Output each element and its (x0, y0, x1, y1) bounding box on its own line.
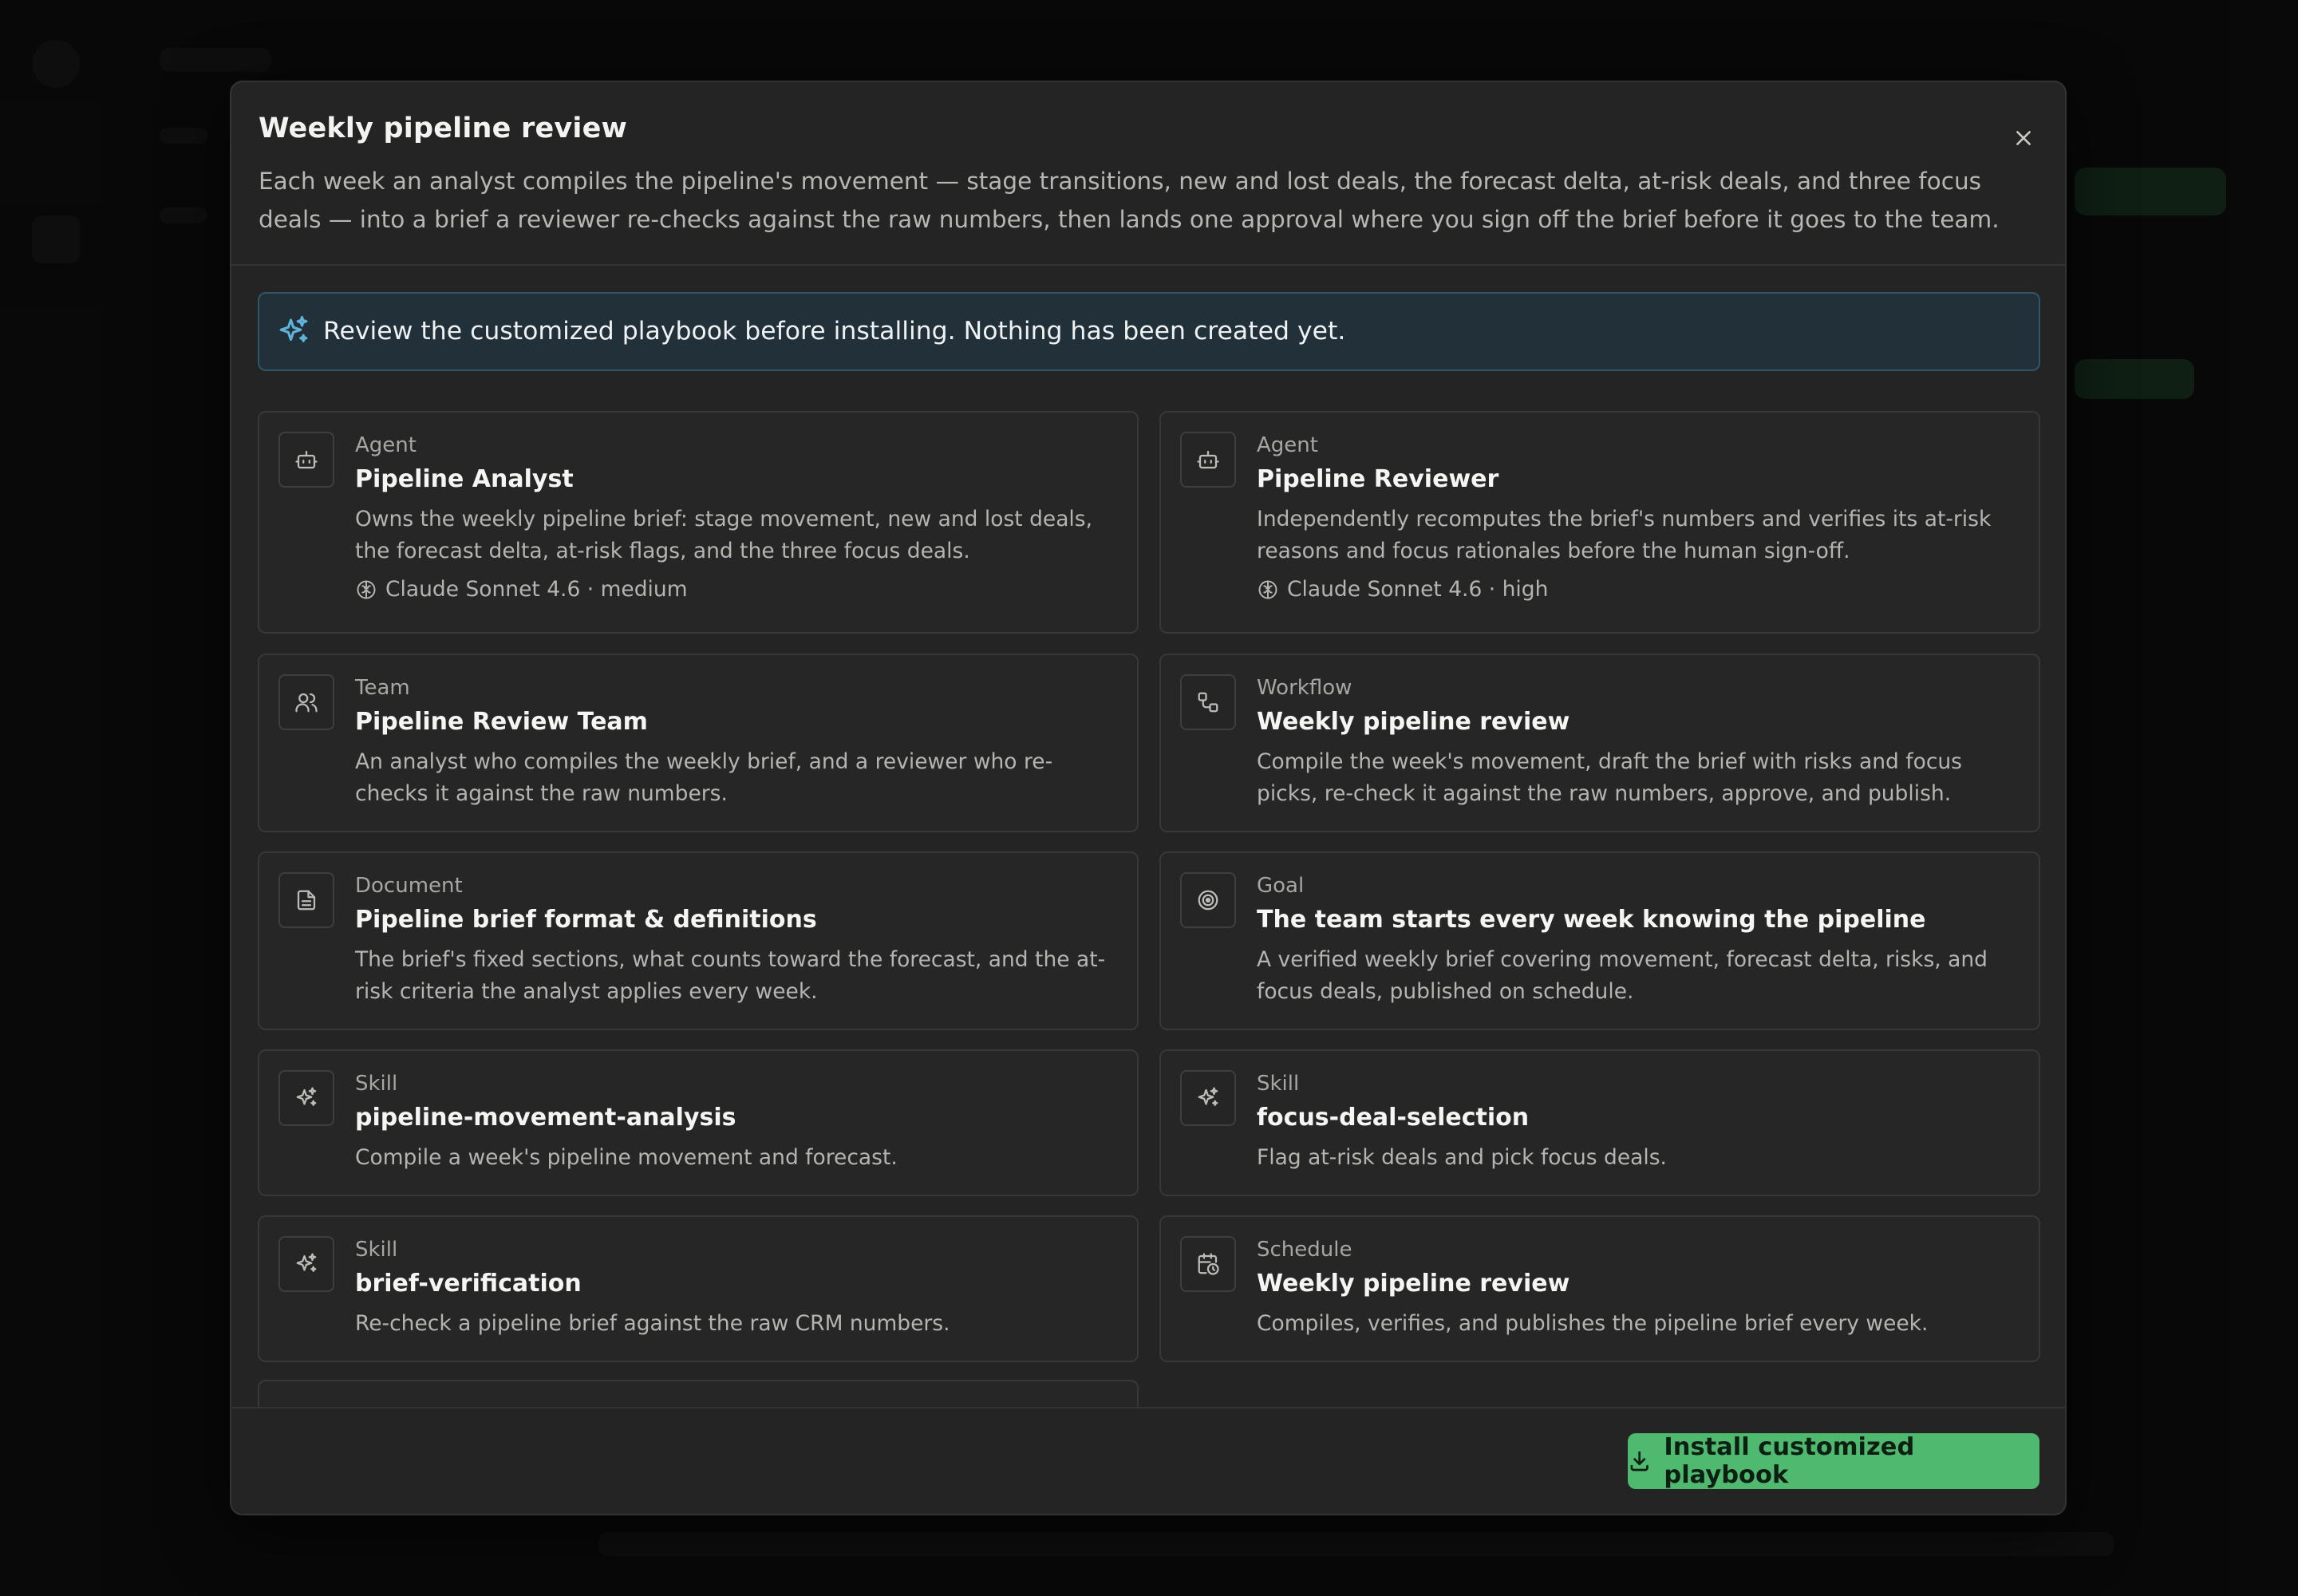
card-title: Pipeline Reviewer (1257, 465, 1499, 493)
playbook-modal: Weekly pipeline review Each week an anal… (230, 81, 2067, 1515)
card-type: Schedule (1257, 1238, 1352, 1262)
bot-icon (1180, 432, 1236, 488)
card-skill-focus-deal-selection[interactable]: Skill focus-deal-selection Flag at-risk … (1159, 1049, 2040, 1196)
card-description: Compile a week's pipeline movement and f… (355, 1145, 898, 1170)
notice-text: Review the customized playbook before in… (323, 317, 1346, 346)
card-description: Independently recomputes the brief's num… (1257, 507, 1992, 563)
card-type: Team (355, 676, 410, 700)
close-button[interactable] (2001, 116, 2046, 160)
card-model-meta: Claude Sonnet 4.6 · medium (355, 577, 688, 602)
card-goal[interactable]: Goal The team starts every week knowing … (1159, 851, 2040, 1030)
card-title: Pipeline brief format & definitions (355, 906, 817, 934)
sparkle-icon (278, 1236, 334, 1292)
card-description: Re-check a pipeline brief against the ra… (355, 1311, 950, 1336)
card-type: Skill (1257, 1072, 1300, 1096)
target-icon (1180, 872, 1236, 928)
sparkle-icon (278, 1070, 334, 1126)
model-label: Claude Sonnet 4.6 · high (1287, 577, 1549, 602)
brain-icon (357, 580, 376, 598)
modal-description: Each week an analyst compiles the pipeli… (259, 168, 2000, 233)
install-button-label: Install customized playbook (1664, 1433, 1915, 1489)
card-model-meta: Claude Sonnet 4.6 · high (1257, 577, 1548, 602)
bot-icon (278, 432, 334, 488)
document-icon (278, 872, 334, 928)
card-description: Compile the week's movement, draft the b… (1257, 749, 1962, 806)
workflow-icon (1180, 674, 1236, 730)
card-title: Weekly pipeline review (1257, 708, 1570, 736)
card-type: Goal (1257, 874, 1305, 898)
card-type: Document (355, 874, 463, 898)
card-title: focus-deal-selection (1257, 1104, 1530, 1132)
card-description: Owns the weekly pipeline brief: stage mo… (355, 507, 1093, 563)
card-type: Agent (1257, 433, 1318, 457)
card-title: Pipeline Analyst (355, 465, 574, 493)
card-document[interactable]: Document Pipeline brief format & definit… (258, 851, 1139, 1030)
brain-icon (1258, 580, 1277, 598)
card-skill-pipeline-movement-analysis[interactable]: Skill pipeline-movement-analysis Compile… (258, 1049, 1139, 1196)
card-description: The brief's fixed sections, what counts … (355, 947, 1106, 1004)
sparkle-icon (279, 315, 308, 342)
sparkle-icon (1180, 1070, 1236, 1126)
download-icon (1630, 1451, 1648, 1472)
card-title: The team starts every week knowing the p… (1257, 906, 1926, 934)
card-type: Workflow (1257, 676, 1352, 700)
modal-footer: Install customized playbook (231, 1407, 2065, 1514)
card-title: Weekly pipeline review (1257, 1270, 1570, 1298)
card-agent-pipeline-reviewer[interactable]: Agent Pipeline Reviewer Independently re… (1159, 411, 2040, 634)
calendar-clock-icon (1180, 1236, 1236, 1292)
card-skill-brief-verification[interactable]: Skill brief-verification Re-check a pipe… (258, 1215, 1139, 1362)
card-team[interactable]: Team Pipeline Review Team An analyst who… (258, 654, 1139, 832)
card-description: An analyst who compiles the weekly brief… (355, 749, 1053, 806)
card-agent-pipeline-analyst[interactable]: Agent Pipeline Analyst Owns the weekly p… (258, 411, 1139, 634)
card-title: pipeline-movement-analysis (355, 1104, 736, 1132)
install-playbook-button[interactable]: Install customized playbook (1628, 1433, 2039, 1489)
card-description: Compiles, verifies, and publishes the pi… (1257, 1311, 1929, 1336)
card-type: Agent (355, 433, 417, 457)
card-schedule[interactable]: Schedule Weekly pipeline review Compiles… (1159, 1215, 2040, 1362)
card-title: Pipeline Review Team (355, 708, 648, 736)
users-icon (278, 674, 334, 730)
modal-title: Weekly pipeline review (259, 113, 628, 144)
card-description: A verified weekly brief covering movemen… (1257, 947, 1988, 1004)
info-notice: Review the customized playbook before in… (258, 292, 2040, 371)
modal-header: Weekly pipeline review Each week an anal… (231, 82, 2065, 266)
close-icon (2016, 131, 2031, 145)
model-label: Claude Sonnet 4.6 · medium (385, 577, 688, 602)
card-title: brief-verification (355, 1270, 582, 1298)
card-workflow[interactable]: Workflow Weekly pipeline review Compile … (1159, 654, 2040, 832)
card-type: Skill (355, 1072, 398, 1096)
card-description: Flag at-risk deals and pick focus deals. (1257, 1145, 1667, 1170)
card-type: Skill (355, 1238, 398, 1262)
